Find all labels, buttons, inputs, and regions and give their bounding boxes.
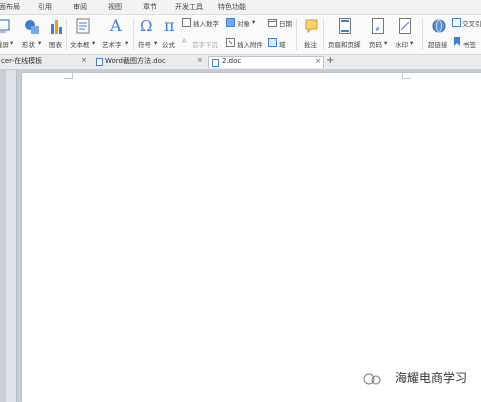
- field-icon: [268, 38, 277, 47]
- chevron-down-icon: ▾: [38, 39, 42, 47]
- document-tab-bar: cer-在线模板 × Word截图方法.doc × 2.doc × +: [0, 55, 481, 70]
- chevron-down-icon: ▾: [384, 39, 388, 47]
- calendar-icon: [268, 19, 277, 27]
- omega-icon: Ω: [140, 17, 153, 35]
- doc-file-icon: [96, 58, 103, 66]
- ribbon-divider: [422, 18, 423, 50]
- svg-text:#: #: [375, 26, 380, 33]
- page-number-icon: #: [372, 18, 384, 34]
- wechat-logo-icon: [363, 373, 381, 385]
- ribbon-toolbar: 截屏 ▾ 形状 ▾ 图表 文本框 ▾ A 艺术字 ▾: [0, 15, 481, 55]
- number-icon: [182, 18, 191, 27]
- cross-reference-icon: [452, 18, 461, 27]
- close-icon[interactable]: ×: [81, 56, 87, 64]
- chart-icon: [51, 20, 62, 34]
- margin-corner-mark: [64, 72, 73, 79]
- ribbon-divider: [296, 18, 297, 50]
- menu-tab-view[interactable]: 视图: [108, 2, 122, 12]
- shapes-icon: [25, 20, 39, 34]
- document-workspace: [0, 70, 481, 402]
- close-icon[interactable]: ×: [197, 56, 203, 64]
- menu-tab-page-layout[interactable]: 页面布局: [0, 2, 20, 12]
- screenshot-icon: [0, 19, 10, 33]
- new-tab-plus-icon[interactable]: +: [326, 55, 334, 66]
- close-icon[interactable]: ×: [315, 57, 321, 65]
- wordart-icon: A: [110, 16, 122, 35]
- pi-icon: π: [164, 16, 175, 35]
- bookmark-icon: [454, 37, 460, 46]
- document-page[interactable]: [22, 72, 481, 402]
- ribbon-divider: [66, 18, 67, 50]
- ribbon-divider: [133, 18, 134, 50]
- margin-corner-mark: [402, 72, 411, 79]
- vertical-ruler[interactable]: [6, 70, 17, 402]
- chevron-down-icon: ▾: [10, 39, 14, 47]
- textbox-icon: [76, 18, 90, 34]
- watermark-text: 海耀电商学习: [395, 371, 468, 385]
- menu-tab-features[interactable]: 特色功能: [218, 2, 246, 12]
- menu-tab-review[interactable]: 审阅: [73, 2, 87, 12]
- doc-tab-word-screenshot[interactable]: Word截图方法.doc ×: [94, 56, 206, 68]
- chevron-down-icon: ▾: [154, 39, 158, 47]
- chevron-down-icon: ▾: [92, 39, 96, 47]
- menu-tab-references[interactable]: 引用: [38, 2, 52, 12]
- ribbon-divider: [323, 18, 324, 50]
- attachment-icon: [226, 38, 235, 47]
- doc-tab-2doc[interactable]: 2.doc ×: [208, 56, 324, 68]
- watermark-icon: [399, 18, 411, 34]
- doc-tab-template[interactable]: cer-在线模板 ×: [0, 56, 90, 68]
- first-letter-icon: A: [182, 37, 187, 45]
- chevron-down-icon: ▾: [410, 39, 414, 47]
- comment-icon: [305, 19, 318, 34]
- object-icon: [226, 18, 235, 27]
- menu-tab-developer[interactable]: 开发工具: [175, 2, 203, 12]
- doc-file-icon: [212, 59, 219, 67]
- chevron-down-icon: ▾: [252, 18, 256, 26]
- chevron-down-icon: ▾: [125, 39, 129, 47]
- header-footer-icon: [339, 18, 351, 34]
- menu-tab-chapter[interactable]: 章节: [143, 2, 157, 12]
- menu-bar: 页面布局 引用 审阅 视图 章节 开发工具 特色功能: [0, 0, 481, 15]
- globe-icon: [432, 19, 446, 33]
